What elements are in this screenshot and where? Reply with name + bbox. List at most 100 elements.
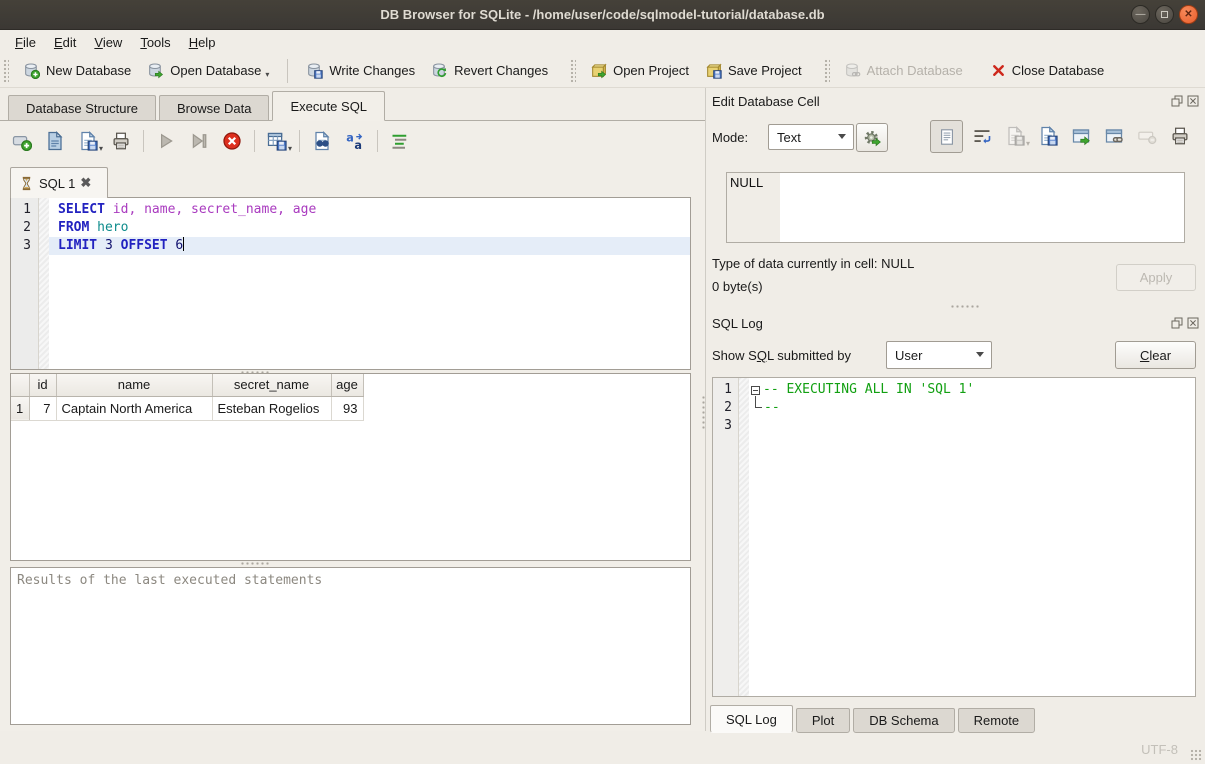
execute-all-button[interactable] bbox=[156, 131, 176, 151]
import-cell-data-button[interactable]: ▾ bbox=[1005, 126, 1025, 146]
gear-arrow-icon bbox=[863, 128, 882, 147]
resize-grip[interactable] bbox=[1190, 749, 1202, 761]
log-filter-select[interactable]: User bbox=[886, 341, 992, 369]
copy-link-icon[interactable] bbox=[1104, 126, 1124, 146]
svg-text:a: a bbox=[346, 132, 354, 145]
find-button[interactable] bbox=[312, 131, 332, 151]
menu-help[interactable]: Help bbox=[180, 32, 225, 53]
save-sql-dropdown-icon[interactable]: ▾ bbox=[99, 144, 103, 153]
cell-name[interactable]: Captain North America bbox=[56, 396, 212, 420]
close-dock-icon[interactable] bbox=[1187, 317, 1199, 329]
tab-remote[interactable]: Remote bbox=[958, 708, 1036, 733]
word-wrap-icon[interactable] bbox=[972, 126, 992, 146]
print-sql-button[interactable] bbox=[111, 131, 131, 151]
column-header-id[interactable]: id bbox=[29, 374, 56, 396]
minimize-button[interactable]: ― bbox=[1131, 5, 1150, 24]
window-title: DB Browser for SQLite - /home/user/code/… bbox=[0, 0, 1205, 30]
auto-complete-button[interactable]: a a bbox=[345, 131, 365, 151]
open-database-button[interactable]: Open Database ▾ bbox=[139, 58, 277, 83]
column-header-name[interactable]: name bbox=[56, 374, 212, 396]
cell-editor[interactable]: NULL bbox=[726, 172, 1185, 243]
clear-log-button[interactable]: Clear bbox=[1115, 341, 1196, 369]
dock-splitter-handle[interactable] bbox=[950, 304, 980, 309]
float-dock-icon[interactable] bbox=[1171, 317, 1183, 329]
maximize-button[interactable] bbox=[1155, 5, 1174, 24]
save-results-button[interactable]: ▾ bbox=[267, 131, 287, 151]
save-results-dropdown-icon[interactable]: ▾ bbox=[288, 144, 292, 153]
log-line-2: -- bbox=[749, 399, 1195, 417]
save-sql-file-button[interactable]: ▾ bbox=[78, 131, 98, 151]
apply-button[interactable]: Apply bbox=[1116, 264, 1196, 291]
close-sql-tab-icon[interactable]: ✖ bbox=[80, 175, 91, 191]
cell-content: NULL bbox=[730, 175, 763, 190]
cell-secret-name[interactable]: Esteban Rogelios bbox=[212, 396, 331, 420]
open-database-dropdown-icon[interactable]: ▾ bbox=[265, 70, 269, 79]
toolbar-grip[interactable] bbox=[570, 59, 576, 83]
open-sql-file-icon bbox=[45, 131, 65, 151]
print-cell-icon[interactable] bbox=[1170, 126, 1190, 146]
format-sql-button[interactable] bbox=[390, 131, 410, 151]
set-null-icon[interactable] bbox=[1137, 126, 1157, 146]
tab-sql-log[interactable]: SQL Log bbox=[710, 705, 793, 733]
apply-default-button[interactable] bbox=[856, 123, 888, 152]
sql-log-dock-buttons bbox=[1171, 317, 1199, 329]
export-cell-data-icon[interactable] bbox=[1038, 126, 1058, 146]
save-project-button[interactable]: Save Project bbox=[697, 58, 810, 83]
tab-plot[interactable]: Plot bbox=[796, 708, 850, 733]
sql-log-title: SQL Log bbox=[712, 316, 763, 331]
tab-execute-sql[interactable]: Execute SQL bbox=[272, 91, 385, 121]
corner-header[interactable] bbox=[11, 374, 29, 396]
column-header-age[interactable]: age bbox=[331, 374, 363, 396]
tab-db-schema[interactable]: DB Schema bbox=[853, 708, 954, 733]
window-controls: ― ✕ bbox=[1131, 5, 1198, 24]
table-row: 1 7 Captain North America Esteban Rogeli… bbox=[11, 396, 363, 420]
close-button[interactable]: ✕ bbox=[1179, 5, 1198, 24]
results-table: id name secret_name age 1 7 Captain Nort… bbox=[11, 374, 364, 421]
tab-browse-data[interactable]: Browse Data bbox=[159, 95, 269, 120]
menu-view[interactable]: View bbox=[85, 32, 131, 53]
results-message-box[interactable]: Results of the last executed statements bbox=[10, 567, 691, 725]
toolbar-grip[interactable] bbox=[824, 59, 830, 83]
open-external-icon[interactable] bbox=[1071, 126, 1091, 146]
sql-editor[interactable]: 1 2 3 SELECT id, name, secret_name, age … bbox=[10, 197, 691, 370]
results-message: Results of the last executed statements bbox=[17, 573, 322, 588]
close-database-button[interactable]: Close Database bbox=[983, 59, 1113, 82]
revert-changes-icon bbox=[431, 62, 448, 79]
editor-code-area[interactable]: SELECT id, name, secret_name, age FROM h… bbox=[49, 198, 690, 369]
log-line-1: -- EXECUTING ALL IN 'SQL 1' bbox=[749, 381, 1195, 399]
collapse-marker-icon[interactable] bbox=[751, 386, 760, 395]
menu-file[interactable]: File bbox=[6, 32, 45, 53]
float-dock-icon[interactable] bbox=[1171, 95, 1183, 107]
new-database-button[interactable]: New Database bbox=[15, 58, 139, 83]
cell-age[interactable]: 93 bbox=[331, 396, 363, 420]
cell-type-info: Type of data currently in cell: NULL bbox=[712, 256, 914, 271]
write-changes-button[interactable]: Write Changes bbox=[298, 58, 423, 83]
revert-changes-button[interactable]: Revert Changes bbox=[423, 58, 556, 83]
menu-tools[interactable]: Tools bbox=[131, 32, 179, 53]
cell-editor-text-area[interactable] bbox=[780, 173, 1184, 242]
tab-database-structure[interactable]: Database Structure bbox=[8, 95, 156, 120]
text-mode-toggle[interactable] bbox=[930, 120, 963, 153]
log-content: -- EXECUTING ALL IN 'SQL 1' -- bbox=[749, 378, 1195, 696]
cell-id[interactable]: 7 bbox=[29, 396, 56, 420]
main-tab-bar: Database Structure Browse Data Execute S… bbox=[0, 90, 706, 121]
column-header-secret-name[interactable]: secret_name bbox=[212, 374, 331, 396]
row-header[interactable]: 1 bbox=[11, 396, 29, 420]
text-document-icon bbox=[938, 128, 956, 146]
sql-editor-tab[interactable]: SQL 1 ✖ bbox=[10, 167, 108, 198]
editor-fold-margin bbox=[39, 198, 49, 369]
save-sql-file-icon bbox=[78, 131, 98, 151]
stop-execution-button[interactable] bbox=[222, 131, 242, 151]
attach-database-button[interactable]: Attach Database bbox=[836, 58, 971, 83]
new-sql-tab-button[interactable] bbox=[12, 131, 32, 151]
open-sql-file-button[interactable] bbox=[45, 131, 65, 151]
sql-log-view[interactable]: 1 2 3 -- EXECUTING ALL IN 'SQL 1' -- bbox=[712, 377, 1196, 697]
menu-edit[interactable]: Edit bbox=[45, 32, 85, 53]
toolbar-grip[interactable] bbox=[3, 59, 9, 83]
close-dock-icon[interactable] bbox=[1187, 95, 1199, 107]
open-project-button[interactable]: Open Project bbox=[582, 58, 697, 83]
mode-select[interactable]: Text bbox=[768, 124, 854, 150]
splitter-handle[interactable] bbox=[240, 561, 270, 566]
sql-tab-label: SQL 1 bbox=[39, 176, 75, 191]
execute-line-button[interactable] bbox=[189, 131, 209, 151]
